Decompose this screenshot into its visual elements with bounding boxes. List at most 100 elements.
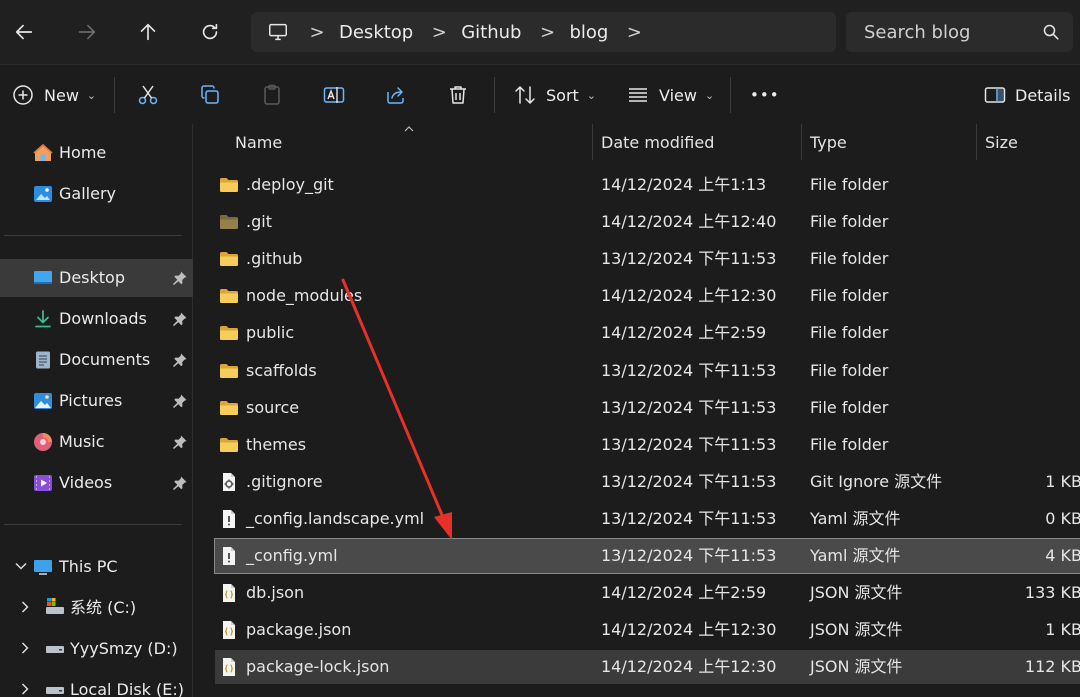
file-type: File folder (810, 286, 889, 306)
file-list: Name Date modified Type Size .deploy_git… (194, 124, 1080, 697)
sort-button[interactable]: Sort ⌄ (513, 77, 596, 113)
paste-button[interactable] (260, 77, 284, 113)
new-button[interactable]: New ⌄ (11, 77, 96, 113)
breadcrumb-desktop[interactable]: Desktop (339, 22, 413, 43)
pin-icon[interactable] (172, 352, 188, 368)
pin-icon[interactable] (172, 393, 188, 409)
pictures-icon (34, 393, 52, 409)
file-type: Git Ignore 源文件 (810, 471, 943, 491)
file-size: 0 KB (1045, 508, 1080, 528)
file-row[interactable]: .deploy_git 14/12/2024 上午1:13 File folder (215, 168, 1080, 202)
pin-icon[interactable] (172, 434, 188, 450)
pin-icon[interactable] (172, 475, 188, 491)
chevron-right-icon[interactable] (18, 641, 32, 657)
column-header-date-modified[interactable]: Date modified (601, 132, 714, 164)
file-row[interactable]: scaffolds 13/12/2024 下午11:53 File folder (215, 354, 1080, 388)
sidebar-item-home[interactable]: Home (0, 135, 193, 171)
sidebar-item-music[interactable]: Music (0, 424, 193, 460)
file-row[interactable]: package.json 14/12/2024 上午12:30 JSON 源文件 1 … (215, 613, 1080, 647)
more-options-button[interactable]: ••• (750, 77, 780, 113)
new-label: New (44, 85, 79, 105)
column-divider[interactable] (592, 124, 593, 160)
chevron-right-icon[interactable] (18, 600, 32, 616)
file-row[interactable]: db.json 14/12/2024 上午2:59 JSON 源文件 133 KB (215, 576, 1080, 610)
column-divider[interactable] (976, 124, 977, 160)
file-name: .git (246, 212, 272, 232)
details-label: Details (1015, 85, 1071, 105)
sidebar-item-this-pc[interactable]: This PC (0, 549, 193, 585)
file-type: File folder (810, 249, 889, 269)
column-header-name[interactable]: Name (235, 132, 282, 164)
sidebar-item-documents[interactable]: Documents (0, 342, 193, 378)
search-input[interactable] (864, 20, 1034, 44)
sidebar-item-gallery[interactable]: Gallery (0, 176, 193, 212)
breadcrumb-github[interactable]: Github (461, 22, 521, 43)
column-header-size[interactable]: Size (985, 132, 1018, 164)
file-row[interactable]: public 14/12/2024 上午2:59 File folder (215, 316, 1080, 350)
cut-button[interactable] (136, 77, 160, 113)
back-button[interactable] (6, 14, 42, 50)
file-row[interactable]: themes 13/12/2024 下午11:53 File folder (215, 428, 1080, 462)
breadcrumb-separator[interactable]: > (431, 22, 447, 43)
breadcrumb-blog[interactable]: blog (569, 22, 608, 43)
sidebar-item-desktop[interactable]: Desktop (0, 259, 193, 297)
music-icon (34, 433, 52, 451)
sidebar-item-pictures[interactable]: Pictures (0, 383, 193, 419)
chevron-right-icon[interactable] (18, 682, 32, 697)
refresh-button[interactable] (192, 14, 228, 50)
forward-button[interactable] (69, 14, 105, 50)
file-date-modified: 13/12/2024 下午11:53 (601, 546, 777, 565)
file-row[interactable]: .gitignore 13/12/2024 下午11:53 Git Ignore 源… (215, 465, 1080, 499)
pin-icon[interactable] (172, 311, 188, 327)
copy-button[interactable] (198, 77, 222, 113)
chevron-down-icon[interactable] (14, 559, 28, 575)
file-row[interactable]: source 13/12/2024 下午11:53 File folder (215, 391, 1080, 425)
sidebar-item-downloads[interactable]: Downloads (0, 301, 193, 337)
computer-icon[interactable] (265, 19, 291, 45)
view-button[interactable]: View ⌄ (626, 77, 714, 113)
file-row[interactable]: .git 14/12/2024 上午12:40 File folder (215, 205, 1080, 239)
rename-button[interactable] (322, 77, 346, 113)
sidebar-item-label: Home (59, 143, 107, 162)
videos-icon (34, 475, 52, 491)
pc-icon (34, 560, 52, 575)
pin-icon[interactable] (172, 270, 188, 286)
file-type: Yaml 源文件 (810, 508, 901, 528)
file-row[interactable]: .github 13/12/2024 下午11:53 File folder (215, 242, 1080, 276)
sidebar-item-drive-c[interactable]: 系统 (C:) (0, 590, 193, 626)
file-type: File folder (810, 323, 889, 343)
trash-icon (450, 86, 466, 104)
breadcrumb-separator[interactable]: > (539, 22, 555, 43)
share-button[interactable] (384, 77, 408, 113)
column-header-type[interactable]: Type (810, 132, 847, 164)
chevron-down-icon: ⌄ (86, 88, 97, 102)
command-divider (730, 77, 731, 113)
file-name: .deploy_git (246, 175, 334, 194)
details-button[interactable]: Details (983, 77, 1070, 113)
file-row[interactable]: package-lock.json 14/12/2024 上午12:30 JSON … (215, 650, 1080, 685)
sidebar-item-drive-d[interactable]: YyySmzy (D:) (0, 631, 193, 667)
file-row[interactable]: node_modules 14/12/2024 上午12:30 File folde… (215, 279, 1080, 313)
up-button[interactable] (130, 14, 166, 50)
breadcrumb-separator[interactable]: > (626, 22, 642, 43)
address-bar[interactable]: > Desktop > Github > blog > (251, 12, 836, 52)
breadcrumb-separator[interactable]: > (309, 22, 325, 43)
folder-icon (219, 398, 239, 418)
sidebar-item-videos[interactable]: Videos (0, 465, 193, 501)
file-date-modified: 14/12/2024 上午12:30 (601, 657, 777, 677)
file-date-modified: 14/12/2024 上午12:30 (601, 286, 777, 306)
file-row[interactable]: _config.yml 13/12/2024 下午11:53 Yaml 源文件 4 K… (214, 538, 1080, 574)
file-row[interactable]: _config.landscape.yml 13/12/2024 下午11:53 Y… (215, 502, 1080, 536)
sidebar-item-drive-e[interactable]: Local Disk (E:) (0, 672, 193, 697)
command-divider (494, 77, 495, 113)
search-box[interactable] (846, 12, 1073, 52)
file-name: _config.yml (246, 546, 338, 565)
file-type: File folder (810, 175, 889, 194)
sidebar-divider (4, 524, 182, 525)
search-icon[interactable] (1043, 24, 1059, 40)
plus-circle-icon (13, 85, 33, 105)
delete-button[interactable] (446, 77, 470, 113)
sidebar-item-label: Downloads (59, 309, 147, 328)
column-divider[interactable] (801, 124, 802, 160)
file-date-modified: 14/12/2024 上午2:59 (601, 583, 767, 603)
